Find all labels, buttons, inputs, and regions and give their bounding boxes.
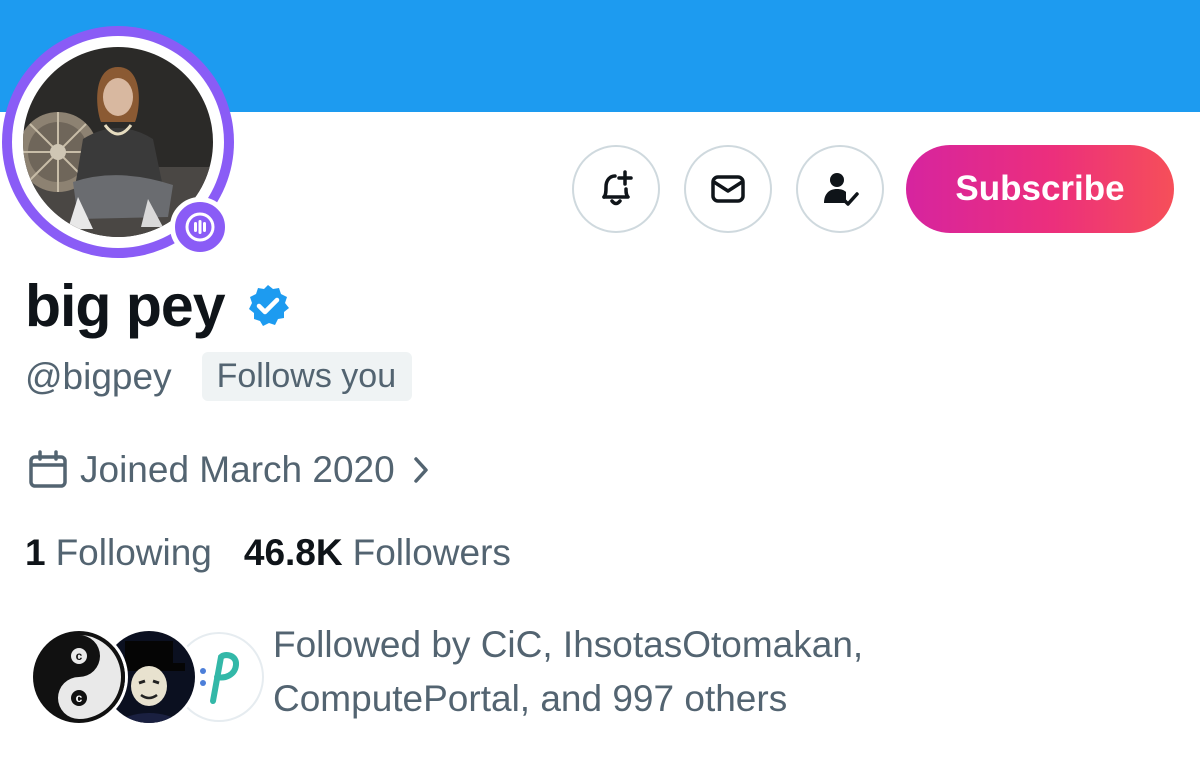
subscribe-button[interactable]: Subscribe <box>906 145 1174 233</box>
profile-name-row: big pey <box>25 272 291 340</box>
mutual-followers-avatars[interactable]: c c <box>30 628 268 726</box>
following-link[interactable]: 1 Following <box>25 532 212 574</box>
followers-count: 46.8K <box>243 532 343 573</box>
mutual-avatar-cic: c c <box>30 628 128 726</box>
svg-text:c: c <box>76 649 83 663</box>
spaces-live-badge[interactable] <box>170 197 230 257</box>
followed-by-text[interactable]: Followed by CiC, IhsotasOtomakan, Comput… <box>273 618 993 726</box>
microphone-wave-icon <box>185 212 215 242</box>
display-name: big pey <box>25 273 226 339</box>
envelope-icon <box>711 175 745 203</box>
verified-badge-icon[interactable] <box>245 283 291 329</box>
person-check-icon <box>824 173 859 206</box>
svg-text:c: c <box>76 691 83 705</box>
followers-label: Followers <box>352 532 511 573</box>
following-count: 1 <box>25 532 46 573</box>
calendar-icon <box>29 450 67 488</box>
follow-stats: 1 Following 46.8K Followers <box>25 532 511 574</box>
notifications-button[interactable] <box>572 145 660 233</box>
bell-plus-icon <box>602 170 633 206</box>
follows-you-badge: Follows you <box>201 352 413 401</box>
message-button[interactable] <box>684 145 772 233</box>
user-handle: @bigpey <box>25 355 172 397</box>
handle-row: @bigpey Follows you <box>25 352 413 401</box>
joined-label: Joined March 2020 <box>80 449 395 490</box>
followers-link[interactable]: 46.8K Followers <box>244 532 511 574</box>
following-label: Following <box>55 532 212 573</box>
chevron-right-icon <box>413 457 428 483</box>
following-status-button[interactable] <box>796 145 884 233</box>
joined-date[interactable]: Joined March 2020 <box>28 449 431 491</box>
